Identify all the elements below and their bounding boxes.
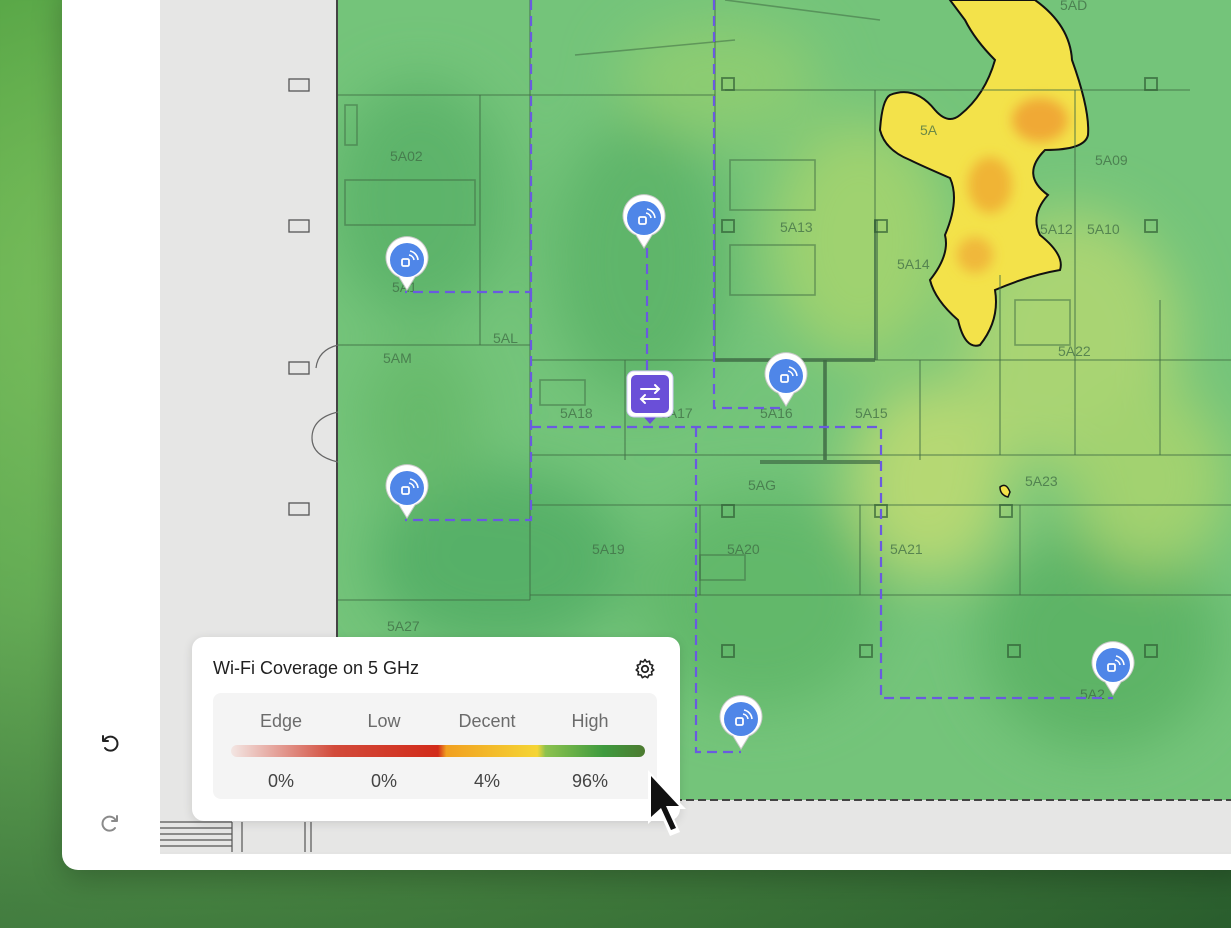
switch-icon[interactable] — [626, 370, 674, 424]
redo-icon — [101, 815, 118, 832]
legend-value-low: 0% — [370, 771, 397, 791]
room-label: 5A22 — [1058, 343, 1091, 359]
legend-settings-button[interactable] — [633, 657, 657, 681]
room-label: 5A20 — [727, 541, 760, 557]
room-label: 5A10 — [1087, 221, 1120, 237]
legend-label-low: Low — [367, 711, 401, 731]
room-label: 5A23 — [1025, 473, 1058, 489]
mouse-cursor-icon — [648, 770, 686, 836]
room-label: 5A09 — [1095, 152, 1128, 168]
coverage-legend: Wi-Fi Coverage on 5 GHz Edge Low Decent … — [192, 637, 680, 821]
legend-value-high: 96% — [571, 771, 609, 791]
room-label: 5AD — [1060, 0, 1087, 13]
undo-icon — [102, 735, 119, 752]
legend-value-edge: 0% — [267, 771, 294, 791]
room-label: 5AG — [748, 477, 776, 493]
legend-color-bar — [231, 745, 645, 757]
room-label: 5A19 — [592, 541, 625, 557]
room-label: 5A18 — [560, 405, 593, 421]
room-label: 5A2 — [1080, 686, 1105, 702]
room-label: 5A — [920, 122, 938, 138]
room-label: 5A15 — [855, 405, 888, 421]
legend-label-high: High — [571, 711, 609, 731]
legend-label-edge: Edge — [259, 711, 303, 731]
room-label: 5AL — [493, 330, 518, 346]
legend-value-decent: 4% — [473, 771, 500, 791]
legend-scale: Edge Low Decent High 0% 0% 4% 96% — [213, 693, 657, 799]
room-label: 5A02 — [390, 148, 423, 164]
room-label: 5AM — [383, 350, 412, 366]
legend-title: Wi-Fi Coverage on 5 GHz — [213, 658, 420, 678]
room-label: 5A12 — [1040, 221, 1073, 237]
room-label: 5A13 — [780, 219, 813, 235]
room-label: 5A21 — [890, 541, 923, 557]
room-label: 5A27 — [387, 618, 420, 634]
undo-button[interactable] — [94, 727, 126, 759]
legend-label-decent: Decent — [458, 711, 516, 731]
redo-button[interactable] — [94, 807, 126, 839]
gear-icon — [635, 658, 655, 679]
room-label: 5A14 — [897, 256, 930, 272]
